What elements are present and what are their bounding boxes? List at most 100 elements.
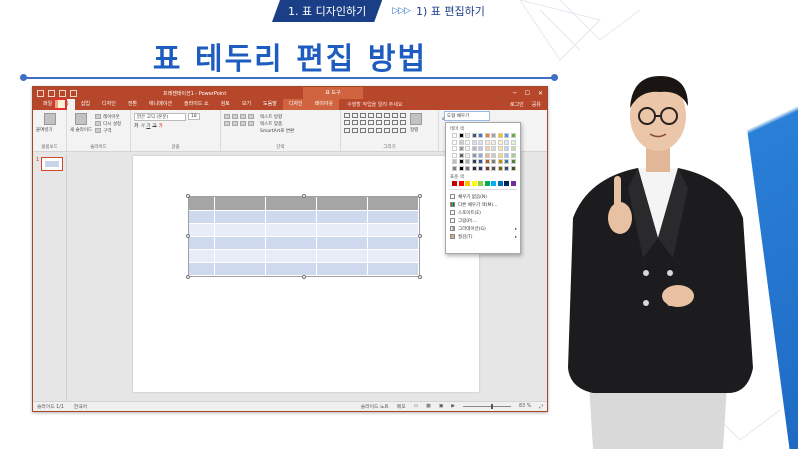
color-swatch[interactable]	[491, 152, 496, 158]
color-swatch[interactable]	[484, 133, 490, 138]
color-swatch[interactable]	[504, 133, 509, 138]
color-swatch[interactable]	[504, 152, 509, 158]
layout-button[interactable]: 레이아웃	[103, 114, 120, 120]
slide-canvas[interactable]	[133, 156, 479, 392]
color-swatch[interactable]	[452, 133, 457, 138]
menu-item-no-fill[interactable]: 채우기 없음(N)	[446, 193, 520, 201]
italic-icon[interactable]: 가	[140, 123, 144, 129]
color-swatch[interactable]	[484, 146, 490, 151]
color-swatch[interactable]	[452, 139, 457, 145]
color-swatch[interactable]	[458, 165, 464, 171]
start-slideshow-icon[interactable]	[70, 89, 77, 97]
color-swatch[interactable]	[452, 180, 457, 186]
color-swatch[interactable]	[458, 159, 464, 164]
color-swatch[interactable]	[458, 133, 464, 138]
color-swatch[interactable]	[504, 165, 509, 171]
normal-view-icon[interactable]: ▭	[414, 404, 419, 409]
resize-handle[interactable]	[302, 194, 306, 198]
resize-handle[interactable]	[418, 194, 422, 198]
color-swatch[interactable]	[478, 165, 483, 171]
new-slide-button[interactable]: 새 슬라이드	[70, 127, 92, 133]
color-swatch[interactable]	[491, 139, 496, 145]
arrange-icon[interactable]	[410, 113, 422, 125]
color-swatch[interactable]	[497, 165, 503, 171]
redo-icon[interactable]	[59, 89, 66, 97]
color-swatch[interactable]	[497, 139, 503, 145]
tell-me-search[interactable]: 수행할 작업을 알려 주세요	[347, 101, 402, 108]
resize-handle[interactable]	[186, 194, 190, 198]
color-swatch[interactable]	[458, 152, 464, 158]
color-swatch[interactable]	[465, 146, 470, 151]
color-swatch[interactable]	[491, 180, 496, 186]
tab-help[interactable]: 도움말	[257, 99, 283, 110]
color-swatch[interactable]	[471, 159, 477, 164]
color-swatch[interactable]	[504, 159, 509, 164]
color-swatch[interactable]	[478, 133, 483, 138]
color-swatch[interactable]	[484, 180, 490, 186]
color-swatch[interactable]	[504, 139, 509, 145]
tab-table-layout[interactable]: 레이아웃	[308, 99, 340, 110]
color-swatch[interactable]	[458, 180, 464, 186]
align-text-button[interactable]: 텍스트 맞춤	[260, 121, 282, 127]
color-swatch[interactable]	[510, 133, 516, 138]
bold-icon[interactable]: 가	[134, 123, 138, 129]
color-swatch[interactable]	[471, 165, 477, 171]
resize-handle[interactable]	[418, 234, 422, 238]
color-swatch[interactable]	[491, 159, 496, 164]
underline-icon[interactable]: 가	[146, 123, 150, 129]
resize-handle[interactable]	[418, 275, 422, 279]
zoom-level[interactable]: 83 %	[519, 404, 531, 409]
sorter-view-icon[interactable]: ▦	[426, 404, 431, 409]
color-swatch[interactable]	[497, 180, 503, 186]
smartart-button[interactable]: SmartArt로 변환	[260, 128, 294, 134]
color-swatch[interactable]	[504, 146, 509, 151]
menu-item-eyedropper[interactable]: 스포이트(E)	[446, 209, 520, 217]
tab-insert[interactable]: 삽입	[75, 99, 96, 110]
theme-color-swatches[interactable]	[452, 133, 520, 171]
save-icon[interactable]	[37, 89, 44, 97]
color-swatch[interactable]	[497, 133, 503, 138]
resize-handle[interactable]	[186, 275, 190, 279]
tab-animations[interactable]: 애니메이션	[143, 99, 178, 110]
color-swatch[interactable]	[471, 152, 477, 158]
color-swatch[interactable]	[465, 165, 470, 171]
color-swatch[interactable]	[510, 152, 516, 158]
color-swatch[interactable]	[471, 146, 477, 151]
color-swatch[interactable]	[484, 159, 490, 164]
color-swatch[interactable]	[452, 159, 457, 164]
color-swatch[interactable]	[478, 139, 483, 145]
standard-color-swatches[interactable]	[452, 180, 520, 186]
tab-slideshow[interactable]: 슬라이드 쇼	[178, 99, 215, 110]
tab-transitions[interactable]: 전환	[122, 99, 143, 110]
reading-view-icon[interactable]: ▣	[439, 404, 444, 409]
font-size-select[interactable]: 18	[188, 113, 200, 120]
font-color-icon[interactable]: 가	[159, 123, 163, 129]
color-swatch[interactable]	[452, 152, 457, 158]
maximize-icon[interactable]: ☐	[525, 90, 530, 97]
color-swatch[interactable]	[471, 139, 477, 145]
color-swatch[interactable]	[458, 139, 464, 145]
color-swatch[interactable]	[491, 165, 496, 171]
language-indicator[interactable]: 한국어	[74, 403, 87, 410]
color-swatch[interactable]	[478, 180, 483, 186]
color-swatch[interactable]	[484, 165, 490, 171]
shapes-gallery[interactable]	[344, 113, 406, 133]
shape-fill-button[interactable]: 도형 채우기	[444, 111, 490, 121]
menu-item-picture[interactable]: 그림(P)...	[446, 217, 520, 225]
color-swatch[interactable]	[491, 146, 496, 151]
new-slide-icon[interactable]	[75, 113, 88, 125]
color-swatch[interactable]	[458, 146, 464, 151]
close-icon[interactable]: ✕	[538, 90, 543, 97]
comments-button[interactable]: 메모	[397, 403, 406, 410]
color-swatch[interactable]	[510, 165, 516, 171]
share-button[interactable]: 공유	[532, 101, 541, 108]
menu-item-texture[interactable]: 질감(T) ▸	[446, 233, 520, 241]
color-swatch[interactable]	[510, 146, 516, 151]
color-swatch[interactable]	[497, 159, 503, 164]
section-button[interactable]: 구역	[103, 128, 111, 134]
notes-button[interactable]: 슬라이드 노트	[361, 403, 389, 410]
color-swatch[interactable]	[471, 180, 477, 186]
color-swatch[interactable]	[465, 152, 470, 158]
paste-icon[interactable]	[43, 113, 56, 125]
color-swatch[interactable]	[452, 146, 457, 151]
